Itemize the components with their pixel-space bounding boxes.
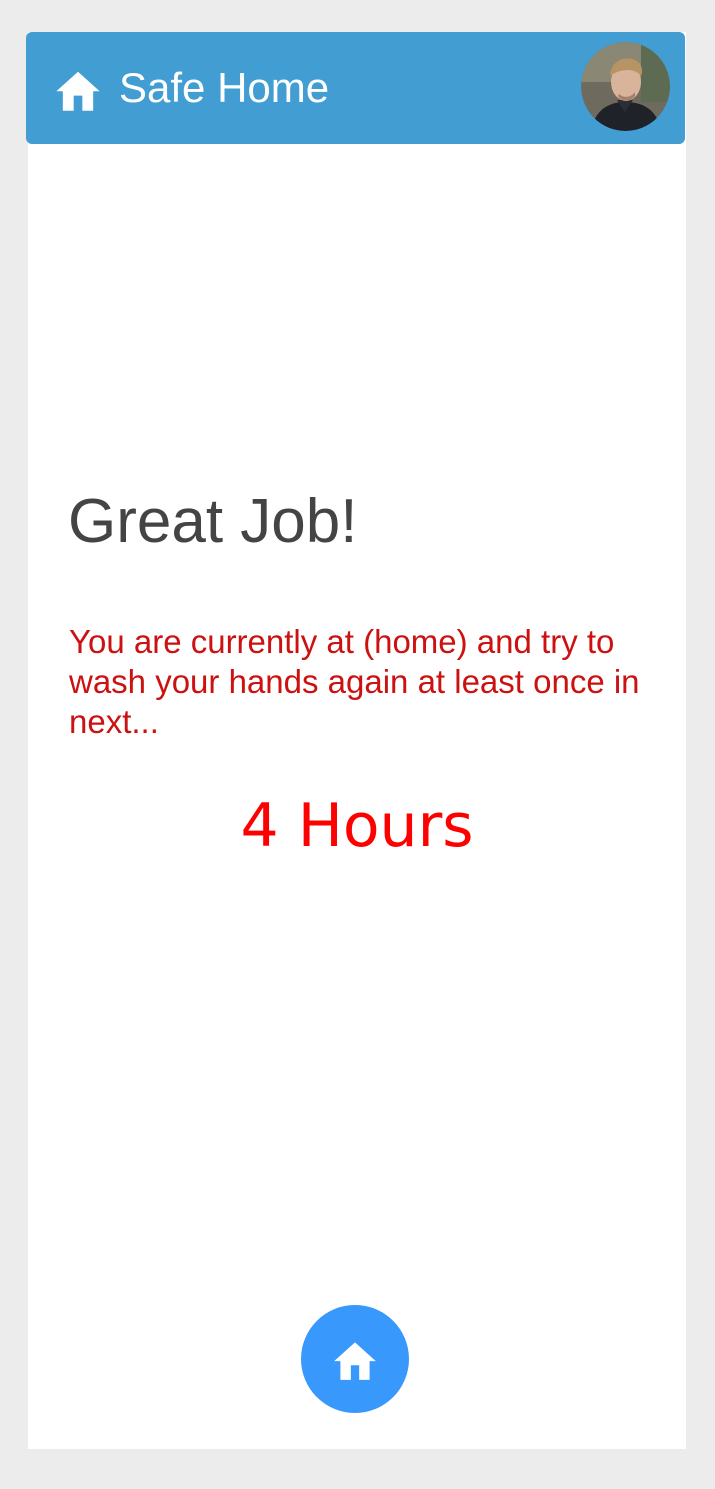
countdown-text: 4 Hours (240, 791, 474, 861)
success-heading: Great Job! (68, 487, 358, 556)
home-icon (334, 1342, 376, 1380)
home-button[interactable] (301, 1305, 409, 1413)
home-icon[interactable] (52, 65, 104, 111)
avatar[interactable] (581, 42, 670, 131)
reminder-message: You are currently at (home) and try to w… (69, 623, 640, 740)
app-title: Safe Home (119, 64, 330, 111)
app-bar: Safe Home (26, 32, 685, 144)
